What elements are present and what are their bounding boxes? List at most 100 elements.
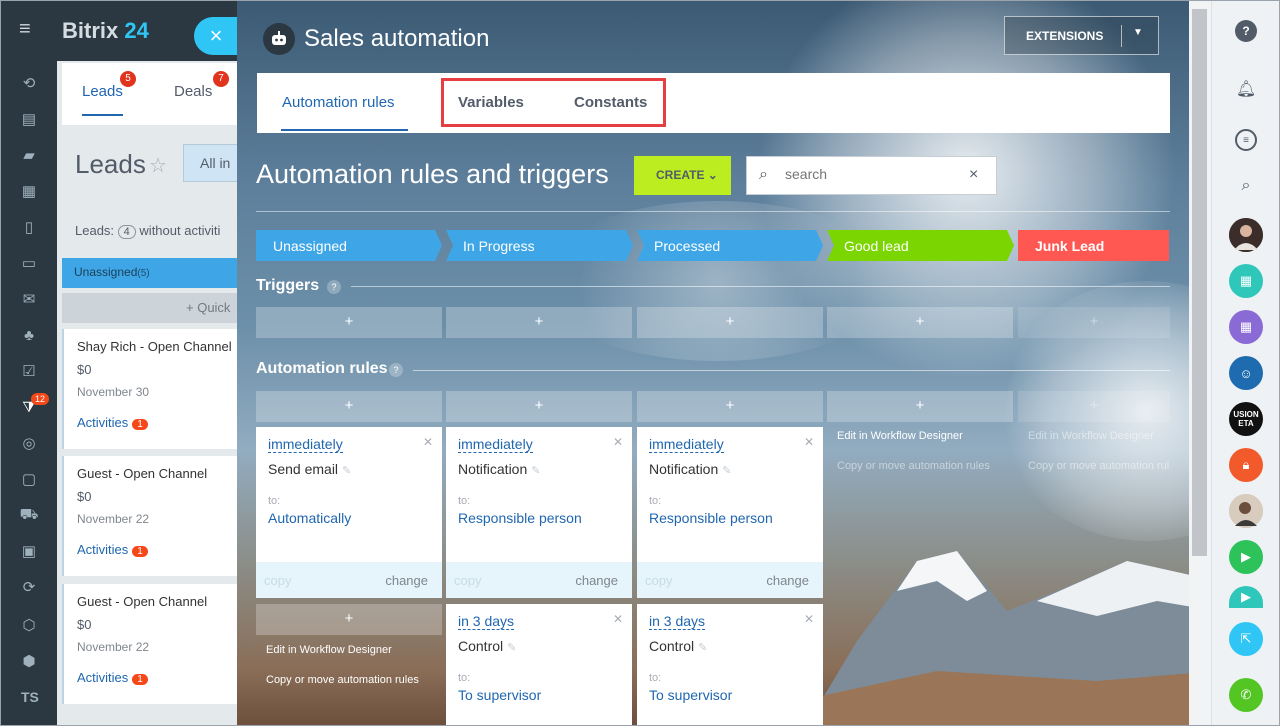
box-icon[interactable]: ⬡ [17,613,41,637]
rule-target[interactable]: To supervisor [649,687,823,703]
lock-icon[interactable]: 🔒︎ [1229,448,1263,482]
calendar-icon[interactable]: ▦ [17,179,41,203]
rule-timing[interactable]: immediately [268,436,343,453]
edit-in-designer-link[interactable]: Edit in Workflow Designer [266,644,392,656]
target-icon[interactable]: ◎ [17,431,41,455]
stage-label[interactable]: Junk Lead [1018,230,1168,261]
copy-move-rules-link[interactable]: Copy or move automation rules [837,460,990,472]
box2-icon[interactable]: ⬢ [17,649,41,673]
change-link[interactable]: change [575,573,618,588]
activities-link[interactable]: Activities 1 [77,542,148,557]
edit-in-designer-link[interactable]: Edit in Workflow Designer [837,430,963,442]
pencil-icon[interactable]: ✎ [698,642,707,654]
video-call-icon[interactable]: ▶ [1229,540,1263,574]
bell-icon[interactable]: 🔔︎ [1235,78,1257,100]
pencil-icon[interactable]: ✎ [531,465,540,477]
documents-icon[interactable]: ▯ [17,215,41,239]
rule-target[interactable]: Responsible person [649,510,823,526]
brand-logo[interactable]: Bitrix 24 [62,18,149,44]
quick-add-button[interactable]: + Quick [62,293,237,323]
copy-move-rules-link[interactable]: Copy or move automation rul [1028,460,1169,472]
add-rule-button[interactable]: + [1018,391,1170,422]
rule-timing[interactable]: immediately [458,436,533,453]
tab-automation-rules[interactable]: Automation rules [282,94,395,111]
group-chat-icon[interactable]: ☺ [1229,356,1263,390]
change-link[interactable]: change [766,573,809,588]
copy-move-rules-link[interactable]: Copy or move automation rules [266,674,419,686]
add-trigger-button[interactable]: + [256,307,442,338]
calendar-icon[interactable]: ▦ [1229,264,1263,298]
tab-leads[interactable]: Leads [82,83,123,116]
edit-in-designer-link[interactable]: Edit in Workflow Designer [1028,430,1154,442]
star-icon[interactable]: ☆ [149,153,167,178]
rule-card[interactable]: immediately ✕ Send email ✎ to: Automatica… [256,427,442,598]
rule-card[interactable]: immediately ✕ Notification ✎ to: Responsi… [637,427,823,598]
search-input[interactable] [785,166,965,182]
mail-icon[interactable]: ✉ [17,287,41,311]
help-icon[interactable]: ? [389,363,403,377]
stream-icon[interactable]: ⟲ [17,71,41,95]
close-icon[interactable]: ✕ [804,612,814,626]
lead-card[interactable]: Shay Rich - Open Channel $0 November 30 … [62,329,237,449]
stage-label[interactable]: Good lead [827,230,1013,261]
pencil-icon[interactable]: ✎ [342,465,351,477]
activities-link[interactable]: Activities 1 [77,415,148,430]
scrollbar-thumb[interactable] [1192,9,1207,556]
rule-timing[interactable]: in 3 days [458,613,515,630]
clear-icon[interactable]: × [969,166,978,184]
chevron-down-icon[interactable]: ▼ [1133,27,1143,38]
exit-icon[interactable]: ⇱ [1229,622,1263,656]
calendar-icon[interactable]: ▦ [1229,310,1263,344]
shop-icon[interactable]: ⛟ [17,503,41,527]
copy-link[interactable]: copy [454,573,481,588]
video-call-icon[interactable]: ▶ [1229,586,1263,608]
filter-field[interactable]: All in [183,144,243,182]
contact-center-icon[interactable]: ▣ [17,539,41,563]
menu-icon[interactable]: ≡ [19,19,39,39]
add-rule-button[interactable]: + [256,604,442,635]
add-rule-button[interactable]: + [637,391,823,422]
add-trigger-button[interactable]: + [446,307,632,338]
tab-deals[interactable]: Deals [174,83,212,100]
close-icon[interactable]: ✕ [613,435,623,449]
chat-icon[interactable]: ▰ [17,143,41,167]
add-trigger-button[interactable]: + [1018,307,1170,338]
close-icon[interactable]: ✕ [804,435,814,449]
help-icon[interactable]: ? [1235,20,1257,42]
extensions-button[interactable]: EXTENSIONS ▼ [1004,16,1159,55]
create-button[interactable]: CREATE ⌄ [634,156,731,195]
search-field[interactable]: ⌕ × [746,156,997,195]
rule-timing[interactable]: immediately [649,436,724,453]
lead-card[interactable]: Guest - Open Channel $0 November 22 Acti… [62,584,237,704]
add-rule-button[interactable]: + [256,391,442,422]
sync-icon[interactable]: ⟳ [17,575,41,599]
change-link[interactable]: change [385,573,428,588]
lead-name[interactable]: Guest - Open Channel [77,466,237,481]
avatar[interactable]: USION ETA [1229,402,1263,436]
rule-target[interactable]: Responsible person [458,510,632,526]
chat-bubble-icon[interactable]: ≡ [1235,129,1257,151]
rule-card[interactable]: in 3 days ✕ Control ✎ to: To supervisor [446,604,632,725]
close-icon[interactable]: ✕ [613,612,623,626]
add-trigger-button[interactable]: + [827,307,1013,338]
rule-timing[interactable]: in 3 days [649,613,706,630]
add-rule-button[interactable]: + [446,391,632,422]
stage-label[interactable]: Processed [637,230,823,261]
avatar[interactable] [1229,494,1263,528]
groups-icon[interactable]: ♣ [17,323,41,347]
add-rule-button[interactable]: + [827,391,1013,422]
checklist-icon[interactable]: ☑ [17,359,41,383]
stage-label[interactable]: Unassigned [256,230,442,261]
phone-icon[interactable]: ✆ [1229,678,1263,712]
user-initials[interactable]: TS [21,689,39,705]
copy-link[interactable]: copy [264,573,291,588]
pencil-icon[interactable]: ✎ [722,465,731,477]
activities-link[interactable]: Activities 1 [77,670,148,685]
help-icon[interactable]: ? [327,280,341,294]
rule-card[interactable]: immediately ✕ Notification ✎ to: Responsi… [446,427,632,598]
lead-name[interactable]: Guest - Open Channel [77,594,237,609]
copy-link[interactable]: copy [645,573,672,588]
leads-count-pill[interactable]: 4 [117,225,136,239]
lead-card[interactable]: Guest - Open Channel $0 November 22 Acti… [62,456,237,576]
stage-label[interactable]: In Progress [446,230,632,261]
